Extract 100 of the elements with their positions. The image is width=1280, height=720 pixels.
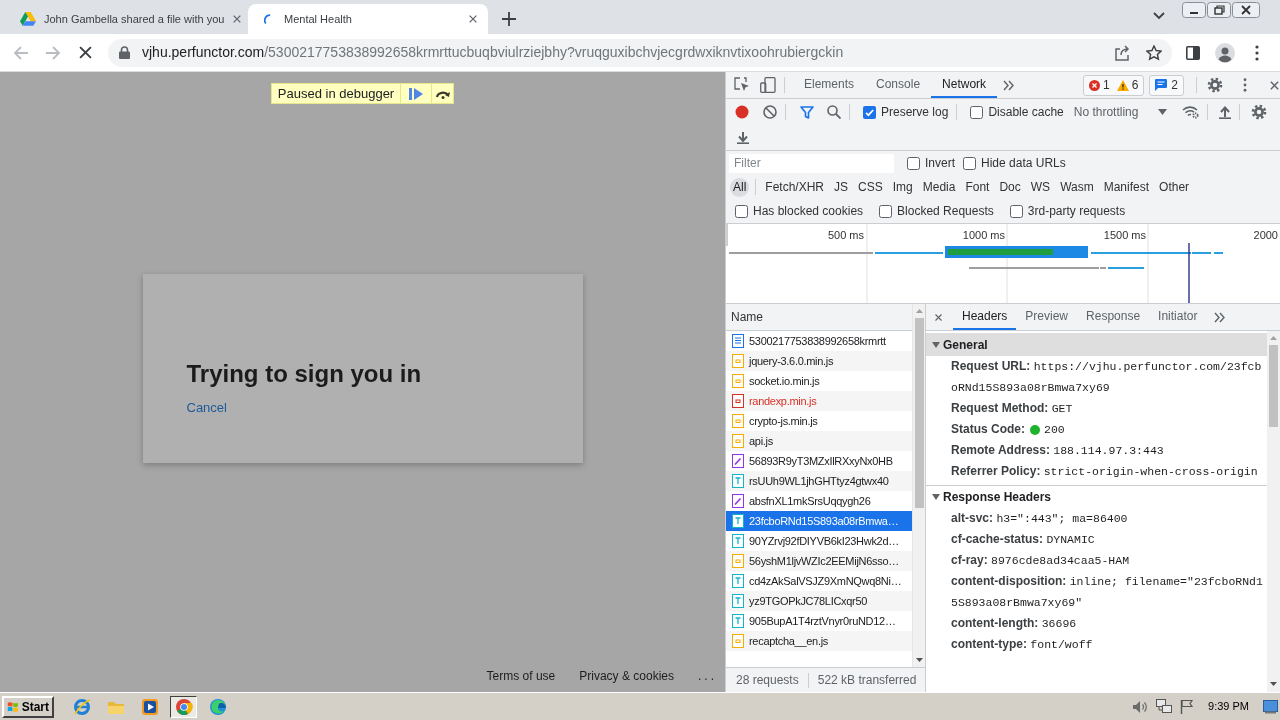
scrollbar-track[interactable] [1267,331,1280,692]
scrollbar-thumb[interactable] [1269,345,1278,427]
double-chevron-icon[interactable] [1214,311,1226,323]
detail-tab[interactable]: Preview [1016,304,1078,330]
stop-icon[interactable] [78,46,92,59]
checkbox[interactable] [879,204,893,218]
scrollbar-track[interactable] [912,304,925,667]
chevron-down-icon[interactable] [1153,12,1165,20]
type-filter-button[interactable]: Wasm [1057,177,1097,197]
checkbox-label: Preserve log [881,104,949,121]
more-options-button[interactable]: ... [698,667,717,685]
request-row[interactable]: 23fcboRNd15S893a08rBmwa… [726,511,912,531]
checkbox[interactable] [963,156,976,170]
request-row[interactable]: recaptcha__en.js [726,631,912,651]
close-icon[interactable] [1232,2,1260,18]
timeline-bar [875,252,943,254]
dialog-title: Trying to sign you in [186,360,422,388]
close-icon[interactable] [934,312,943,322]
type-filter-button[interactable]: Img [889,177,916,197]
clear-icon[interactable] [763,105,777,119]
request-row[interactable]: 56yshM1ljvWZIc2EEMijN6sso… [726,551,912,571]
close-icon[interactable] [468,14,478,24]
type-filter-button[interactable]: Doc [996,177,1024,197]
taskbar-button[interactable] [170,695,197,718]
header-row-text: Referrer Policy: strict-origin-when-cross-origin [951,463,1258,480]
devtools-tab[interactable]: Console [865,72,932,98]
detail-tab[interactable]: Initiator [1149,304,1207,330]
type-filter-button[interactable]: All [730,177,750,197]
inspect-icon[interactable] [734,77,750,93]
devtools-tab[interactable]: Elements [793,72,866,98]
script-file-icon [732,354,744,368]
browser-tab[interactable]: John Gambella shared a file with you [8,4,248,34]
checkbox[interactable] [863,105,876,119]
type-filter-button[interactable]: CSS [855,177,886,197]
upload-icon[interactable] [1219,105,1232,119]
type-filter-button[interactable]: Font [962,177,993,197]
flag-icon[interactable] [1180,699,1195,714]
warning-icon [1116,79,1129,91]
script-file-icon [732,554,744,568]
restore-icon[interactable] [1207,2,1231,18]
messages-counter-button[interactable]: 2 [1149,74,1184,96]
checkbox[interactable] [970,105,984,119]
address-bar[interactable]: vjhu.perfunctor.com/5300217753838992658krmrttucbuqbviulrziejbhy?vruqguxibchvjecgrdwxiknvtixoohrubiergckin [108,38,1172,67]
scroll-down-icon[interactable] [915,658,923,662]
checkbox[interactable] [735,204,748,218]
header-row-text: content-disposition: inline; filename="23fcboRNd15S893a08rBmwa7xy69" [951,573,1264,611]
flag-logo-icon [7,699,19,714]
footer-link[interactable]: Privacy & cookies [579,667,674,685]
request-row[interactable]: rsUUh9WL1jhGHTtyz4gtwx40 [726,471,912,491]
double-chevron-icon[interactable] [1003,79,1015,91]
share-icon[interactable] [1114,44,1130,61]
minimize-icon[interactable] [1182,2,1206,18]
download-icon[interactable] [737,131,749,144]
device-toggle-icon[interactable] [760,77,776,93]
filter-icon[interactable] [800,105,814,119]
start-button[interactable]: Start [2,695,54,718]
column-header[interactable]: Name [726,304,912,331]
network-icon[interactable] [1156,699,1173,714]
type-filter-button[interactable]: Manifest [1100,177,1153,197]
throttling-select[interactable]: No throttling [1073,103,1168,121]
type-filter-button[interactable]: Other [1156,177,1193,197]
close-icon[interactable] [1269,79,1280,91]
settings-icon[interactable] [1251,104,1268,120]
kebab-menu-icon[interactable] [1243,78,1247,92]
star-icon[interactable] [1146,44,1162,61]
resume-icon[interactable] [409,87,424,100]
kebab-menu-icon[interactable] [1255,44,1259,61]
show-desktop-icon[interactable] [1263,699,1278,714]
type-filter-button[interactable]: WS [1027,177,1054,197]
type-filter-button[interactable]: JS [831,177,852,197]
footer-link[interactable]: Terms of use [486,667,556,685]
search-icon[interactable] [827,105,841,119]
scrollbar-thumb[interactable] [914,318,924,508]
type-filter-button[interactable]: Fetch/XHR [762,177,828,197]
filter-field[interactable]: Filter [729,153,894,173]
request-row[interactable]: yz9TGOPkJC78LICxqr50 [726,591,912,611]
section-header[interactable]: General [926,333,1267,356]
type-filter-button[interactable]: Media [919,177,959,197]
checkbox-label: Disable cache [988,104,1064,121]
summary-text: 28 requests [736,672,799,689]
speaker-icon[interactable] [1132,699,1149,714]
detail-tab[interactable]: Response [1077,304,1150,330]
record-icon[interactable] [735,105,749,119]
checkbox[interactable] [907,156,920,170]
browser-tab[interactable]: Mental Health [248,4,488,34]
scroll-down-icon[interactable] [1270,682,1277,686]
request-row[interactable]: randexp.min.js [726,391,912,411]
request-row[interactable]: jquery-3.6.0.min.js [726,351,912,371]
sidebar-icon[interactable] [1186,45,1200,60]
checkbox[interactable] [1009,204,1023,218]
settings-icon[interactable] [1207,77,1223,93]
issues-counter-button[interactable]: 1 6 [1082,74,1145,96]
plus-icon[interactable] [502,12,516,26]
network-conditions-icon[interactable] [1182,105,1200,119]
request-row[interactable]: api.js [726,431,912,451]
lock-icon [119,46,130,59]
detail-tab[interactable]: Headers [953,304,1017,330]
script-file-icon [732,414,744,428]
profile-avatar-icon[interactable] [1215,42,1235,63]
clock-time[interactable]: 9:39 PM [1208,698,1249,715]
